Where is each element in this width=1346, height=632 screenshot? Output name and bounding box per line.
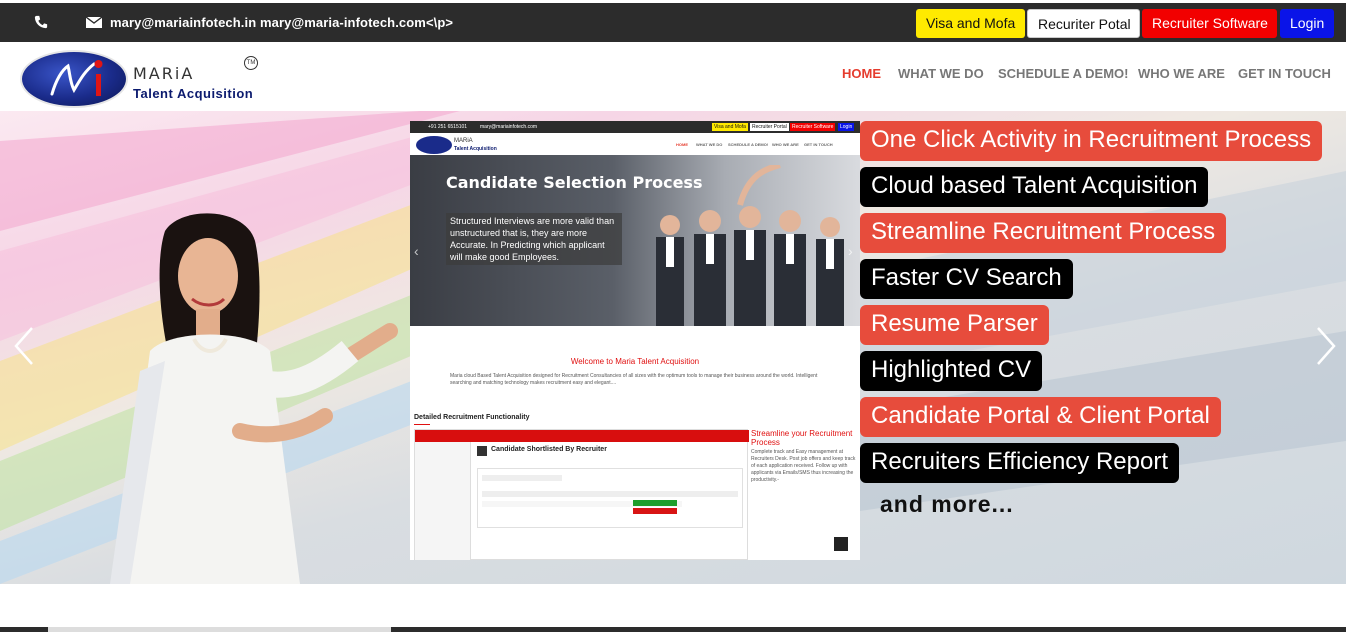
preview-prev-arrow-icon: ‹ [414, 243, 419, 259]
preview-nav-home: HOME [676, 142, 688, 147]
woman-pointing-image [110, 213, 398, 584]
slider-prev-arrow-icon[interactable] [12, 326, 36, 366]
preview-email: mary@mariainfotech.com [480, 124, 538, 130]
preview-streamline-text: Complete track and Easy management at Re… [751, 449, 856, 483]
nav-who-we-are[interactable]: WHO WE ARE [1138, 66, 1225, 81]
preview-nav-demo: SCHEDULE A DEMO! [728, 142, 769, 147]
preview-software-button: Recruiter Software [790, 123, 836, 131]
preview-scroll-up-icon [834, 537, 848, 551]
recruiter-software-button[interactable]: Recruiter Software [1142, 9, 1277, 38]
slider-next-arrow-icon[interactable] [1314, 326, 1338, 366]
and-more-text: and more... [880, 491, 1014, 517]
feature-label: Faster CV Search [860, 259, 1073, 299]
nav-schedule-demo[interactable]: SCHEDULE A DEMO! [998, 66, 1128, 81]
preview-green-button [633, 500, 677, 506]
preview-table-row [482, 491, 738, 497]
preview-red-button [633, 508, 677, 514]
preview-portal-button: Recruiter Portal [750, 123, 789, 131]
preview-app-screenshot: Candidate Shortlisted By Recruiter [414, 429, 749, 560]
preview-app-title: Candidate Shortlisted By Recruiter [491, 446, 607, 453]
feature-label: Candidate Portal & Client Portal [860, 397, 1221, 437]
preview-banner-title: Candidate Selection Process [446, 173, 703, 192]
preview-welcome-text: Maria cloud Based Talent Acquisition des… [450, 373, 818, 386]
logo-icon[interactable] [20, 50, 128, 108]
preview-visa-button: Visa and Mofa [712, 123, 748, 131]
preview-nav-who: WHO WE ARE [772, 142, 799, 147]
site-header: MARiA Talent Acquisition TM HOME WHAT WE… [0, 42, 1346, 111]
logo-subtitle: Talent Acquisition [133, 86, 254, 101]
preview-next-arrow-icon: › [848, 243, 853, 259]
bottom-section-segment [48, 627, 391, 632]
feature-label: Recruiters Efficiency Report [860, 443, 1179, 483]
preview-logo-subtitle: Talent Acquisition [454, 146, 497, 152]
preview-home-icon [477, 446, 487, 456]
nav-home[interactable]: HOME [842, 66, 881, 81]
preview-app-table [477, 468, 743, 528]
contact-emails: mary@mariainfotech.in mary@maria-infotec… [110, 15, 454, 30]
feature-label: One Click Activity in Recruitment Proces… [860, 121, 1323, 161]
top-bar: mary@mariainfotech.in mary@maria-infotec… [0, 3, 1346, 42]
preview-app-sidebar [415, 442, 471, 560]
feature-label: Streamline Recruitment Process [860, 213, 1227, 253]
hero-slider: +91 251 6515101 mary@mariainfotech.com V… [0, 111, 1346, 584]
preview-logo-icon [416, 136, 452, 154]
preview-banner: Candidate Selection Process Structured I… [410, 155, 860, 326]
preview-table-row [482, 475, 562, 481]
preview-streamline-block: Streamline your Recruitment Process Comp… [751, 429, 859, 484]
bottom-section-edge [0, 627, 1346, 632]
feature-label: Cloud based Talent Acquisition [860, 167, 1209, 207]
visa-and-mofa-button[interactable]: Visa and Mofa [916, 9, 1025, 38]
logo-name: MARiA [133, 64, 195, 83]
preview-banner-text: Structured Interviews are more valid tha… [446, 213, 622, 265]
preview-top-bar: +91 251 6515101 mary@mariainfotech.com V… [410, 121, 860, 133]
preview-header: MARiA Talent Acquisition HOME WHAT WE DO… [410, 133, 860, 155]
preview-nav-touch: GET IN TOUCH [804, 142, 833, 147]
preview-logo-name: MARiA [454, 138, 473, 144]
preview-phone: +91 251 6515101 [428, 124, 468, 130]
preview-detailed-heading: Detailed Recruitment Functionality [414, 414, 530, 421]
login-button[interactable]: Login [1280, 9, 1334, 38]
preview-heading-underline [414, 424, 430, 425]
nav-get-in-touch[interactable]: GET IN TOUCH [1238, 66, 1331, 81]
phone-icon [34, 15, 48, 29]
preview-nav-what: WHAT WE DO [696, 142, 723, 147]
feature-label: Resume Parser [860, 305, 1049, 345]
feature-label: Highlighted CV [860, 351, 1043, 391]
mail-icon [86, 17, 102, 28]
website-preview-screenshot: +91 251 6515101 mary@mariainfotech.com V… [410, 121, 860, 560]
preview-streamline-title: Streamline your Recruitment Process [751, 429, 853, 447]
preview-app-bar [415, 430, 749, 442]
nav-what-we-do[interactable]: WHAT WE DO [898, 66, 984, 81]
preview-welcome-heading: Welcome to Maria Talent Acquisition [570, 357, 700, 366]
preview-login-button: Login [838, 123, 855, 131]
recruiter-portal-button[interactable]: Recuriter Potal [1027, 9, 1140, 38]
trademark-icon: TM [244, 56, 258, 70]
